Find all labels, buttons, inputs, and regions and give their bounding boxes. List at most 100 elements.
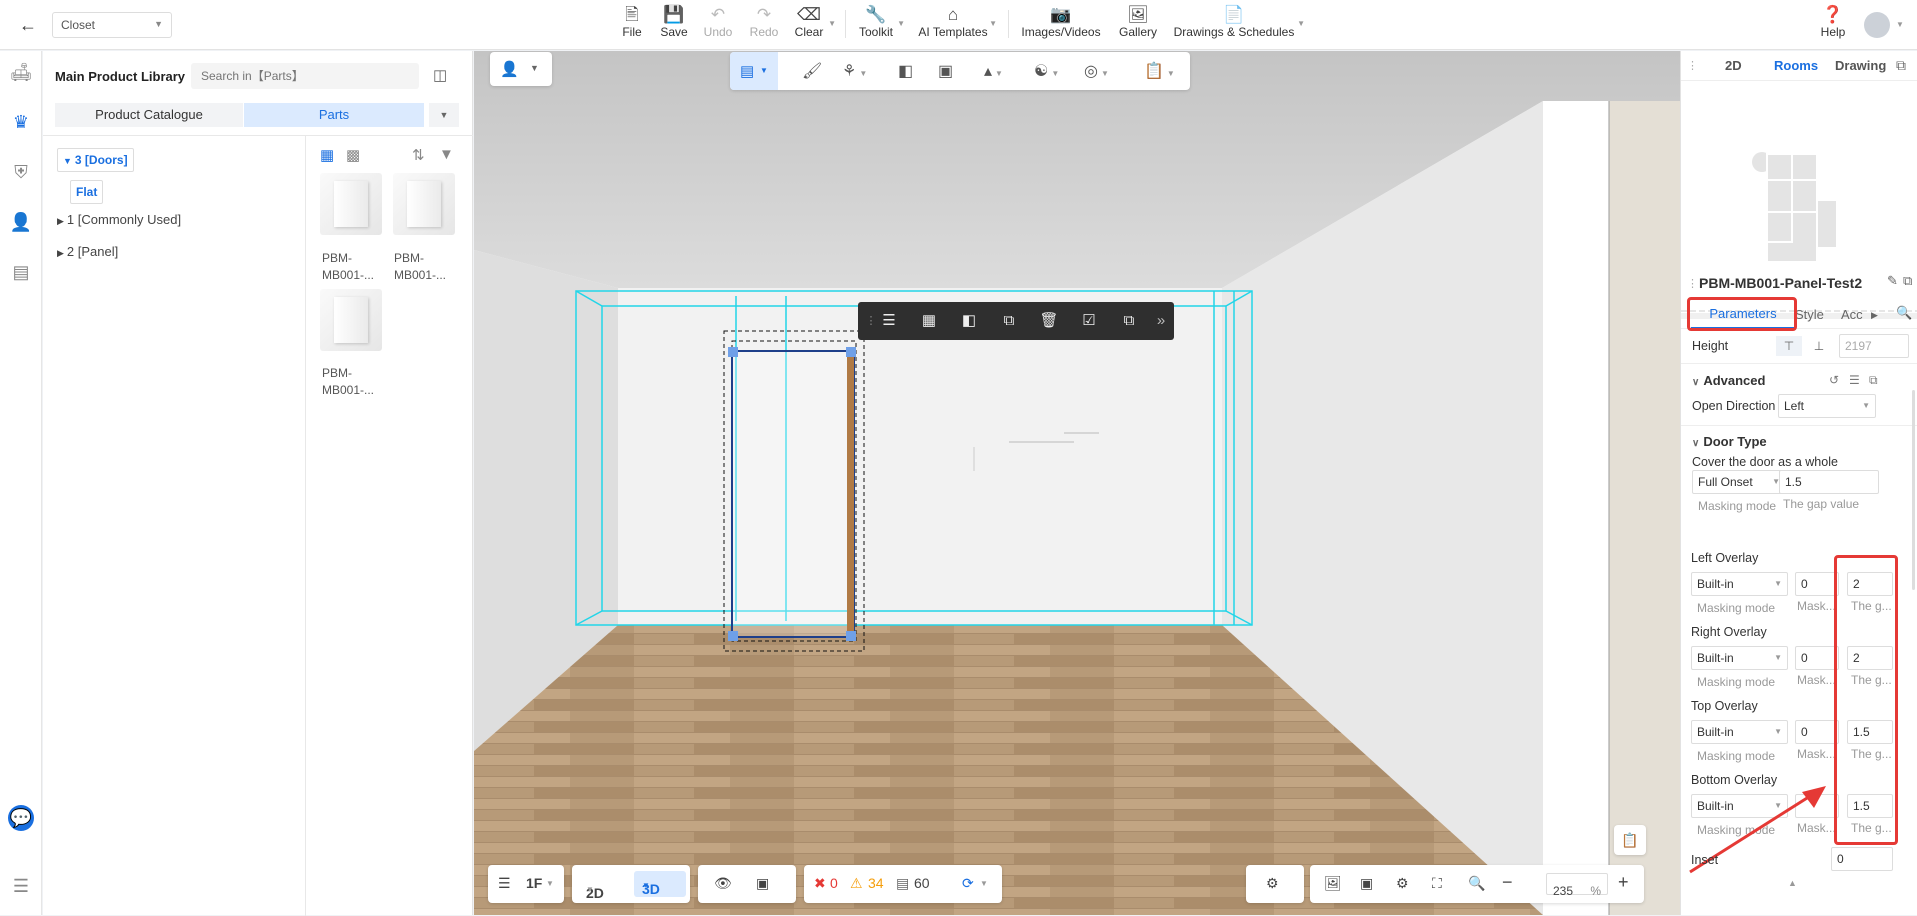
person-icon[interactable]: 👤 xyxy=(8,209,34,235)
overlay-mask-input[interactable]: 0 xyxy=(1795,720,1839,744)
sort-icon[interactable]: ⇅ xyxy=(412,146,425,164)
drag-handle-icon[interactable]: ⋮ xyxy=(1687,277,1698,290)
puzzle-icon[interactable]: ☯ ▼ xyxy=(1034,61,1059,81)
zoom-fit-icon[interactable]: 🔍 xyxy=(1468,875,1485,892)
tab-parts[interactable]: Parts xyxy=(244,103,424,127)
overlay-mask-input[interactable]: 0 xyxy=(1795,572,1839,596)
file-menu-button[interactable]: 🖹 File xyxy=(614,5,650,45)
cover-gap-input[interactable]: 1.5 xyxy=(1779,470,1879,494)
tab-rooms[interactable]: Rooms xyxy=(1774,58,1818,73)
measure-icon[interactable]: ▴ ▼ xyxy=(984,61,1003,81)
product-thumbnail[interactable] xyxy=(393,173,455,235)
clear-button[interactable]: ⌫ Clear ▼ xyxy=(791,5,836,45)
delete-icon[interactable]: 🗑 xyxy=(1038,311,1060,331)
settings-icon[interactable]: ⚙ xyxy=(1396,875,1409,892)
eye-icon[interactable]: 👁 xyxy=(714,875,732,892)
chevron-down-icon[interactable]: ▼ xyxy=(429,103,459,127)
focus-icon[interactable]: ⛶ xyxy=(1432,875,1442,892)
panel-layout-icon[interactable]: ◫ xyxy=(433,66,447,84)
badge-icon[interactable]: ⛨ xyxy=(8,159,34,185)
library-search-input[interactable] xyxy=(191,63,419,89)
expand-icon[interactable]: ⧉ xyxy=(1869,373,1878,388)
toolkit-button[interactable]: 🔧 Toolkit ▼ xyxy=(856,5,905,45)
tree-item-doors[interactable]: ▼ 3 [Doors] xyxy=(57,148,134,172)
clipboard-icon[interactable]: 📋 xyxy=(1614,825,1646,855)
user-avatar[interactable] xyxy=(1864,12,1890,38)
undo-button[interactable]: ↶ Undo xyxy=(700,5,736,45)
reset-icon[interactable]: ↺ xyxy=(1829,373,1839,387)
settings-toggle[interactable]: ⚙ xyxy=(1246,865,1304,903)
cube-icon[interactable]: ▣ xyxy=(756,875,769,892)
project-select[interactable]: Closet ▼ xyxy=(52,12,172,38)
group-icon[interactable]: ▣ xyxy=(938,61,953,81)
tab-style[interactable]: Style xyxy=(1795,307,1824,322)
tree-item-panel[interactable]: ▶ 2 [Panel] xyxy=(57,244,118,259)
copy-icon[interactable]: ⧉ xyxy=(998,311,1020,331)
gallery-button[interactable]: 🖼 Gallery xyxy=(1116,5,1160,45)
view-3d-button[interactable]: 3D ▼ xyxy=(634,871,686,897)
floor-selector[interactable]: ☰ 1F ▼ xyxy=(488,865,564,903)
check-icon[interactable]: ☑ xyxy=(1078,311,1100,331)
filter-icon[interactable]: ▼ xyxy=(439,146,454,163)
overlay-mode-select[interactable]: Built-in ▼ xyxy=(1691,646,1788,670)
grid-large-icon[interactable]: ▩ xyxy=(346,146,360,164)
advanced-section-header[interactable]: ∨ Advanced xyxy=(1692,373,1765,388)
door-type-section-header[interactable]: ∨ Door Type xyxy=(1692,434,1767,449)
back-arrow-icon[interactable]: ← xyxy=(14,12,42,38)
split-icon[interactable]: ▦ xyxy=(918,311,940,331)
zoom-out-icon[interactable]: − xyxy=(1502,872,1513,893)
open-direction-select[interactable]: Left ▼ xyxy=(1778,394,1876,418)
list-icon[interactable]: ☰ xyxy=(8,873,34,899)
overlay-mode-select[interactable]: Built-in ▼ xyxy=(1691,720,1788,744)
scrollbar[interactable] xyxy=(1912,390,1915,590)
image-icon[interactable]: 🖼 xyxy=(1324,875,1342,892)
crown-icon[interactable]: ♛ xyxy=(8,109,34,135)
chevron-right-icon[interactable]: ▶ xyxy=(1871,310,1878,321)
cover-mode-select[interactable]: Full Onset ▼ xyxy=(1692,470,1786,494)
drawings-schedules-button[interactable]: 📄 Drawings & Schedules ▼ xyxy=(1172,5,1305,45)
mirror-icon[interactable]: ◧ xyxy=(898,61,913,81)
align-top-icon[interactable]: ⊤ xyxy=(1776,336,1802,356)
redo-button[interactable]: ↷ Redo xyxy=(746,5,782,45)
drag-handle-icon[interactable]: ⋮ xyxy=(1687,59,1698,72)
frame-icon[interactable]: ▣ xyxy=(1360,875,1373,892)
images-videos-button[interactable]: 📷 Images/Videos xyxy=(1020,5,1102,45)
storage-icon[interactable]: ▤ xyxy=(8,259,34,285)
chevron-down-icon[interactable]: ▼ xyxy=(1896,20,1904,29)
inset-input[interactable]: 0 xyxy=(1831,847,1893,871)
list-settings-icon[interactable]: ☰ xyxy=(1849,373,1860,387)
expand-more-icon[interactable]: » xyxy=(1150,311,1172,331)
tree-item-commonly-used[interactable]: ▶ 1 [Commonly Used] xyxy=(57,212,181,227)
resize-icon[interactable]: ⧉ xyxy=(1118,311,1140,331)
select-mode-button[interactable]: ▤ ▼ xyxy=(730,52,778,90)
tab-accessories[interactable]: Acc xyxy=(1841,307,1863,322)
product-thumbnail[interactable] xyxy=(320,173,382,235)
height-input[interactable]: 2197 xyxy=(1839,334,1909,358)
tree-item-flat[interactable]: Flat xyxy=(70,180,104,204)
brush-icon[interactable]: 🖌 xyxy=(802,61,822,81)
tab-2d[interactable]: 2D xyxy=(1725,58,1742,73)
view-mode-control[interactable]: 👤 ▼ xyxy=(490,52,552,86)
save-button[interactable]: 💾 Save xyxy=(656,5,692,45)
scroll-up-icon[interactable]: ▲ xyxy=(1788,878,1797,888)
help-button[interactable]: ❓ Help xyxy=(1818,5,1848,45)
search-icon[interactable]: 🔍 xyxy=(1896,305,1912,321)
sofa-icon[interactable]: 🛋 xyxy=(8,59,34,85)
overlay-mask-input[interactable]: 0 xyxy=(1795,646,1839,670)
ai-templates-button[interactable]: ⌂ AI Templates ▼ xyxy=(918,5,997,45)
grid-small-icon[interactable]: ▦ xyxy=(320,146,334,164)
status-bar[interactable]: ✖ 0 ⚠ 34 ▤ 60 ⟳ ▼ xyxy=(804,865,1002,903)
align-bottom-icon[interactable]: ⊥ xyxy=(1806,336,1832,356)
door-icon[interactable]: ◧ xyxy=(958,311,980,331)
tab-product-catalogue[interactable]: Product Catalogue xyxy=(55,103,243,127)
popout-icon[interactable]: ⧉ xyxy=(1896,57,1906,74)
edit-icon[interactable]: ✎ xyxy=(1887,273,1898,289)
3d-viewport[interactable] xyxy=(474,51,1680,915)
overlay-mode-select[interactable]: Built-in ▼ xyxy=(1691,572,1788,596)
product-thumbnail[interactable] xyxy=(320,289,382,351)
zoom-in-icon[interactable]: + xyxy=(1618,872,1629,893)
target-icon[interactable]: ◎ ▼ xyxy=(1084,61,1109,81)
layers-icon[interactable]: ☰ xyxy=(878,311,900,331)
tab-drawing[interactable]: Drawing xyxy=(1835,58,1886,73)
zoom-field[interactable]: 235 % xyxy=(1546,873,1608,898)
